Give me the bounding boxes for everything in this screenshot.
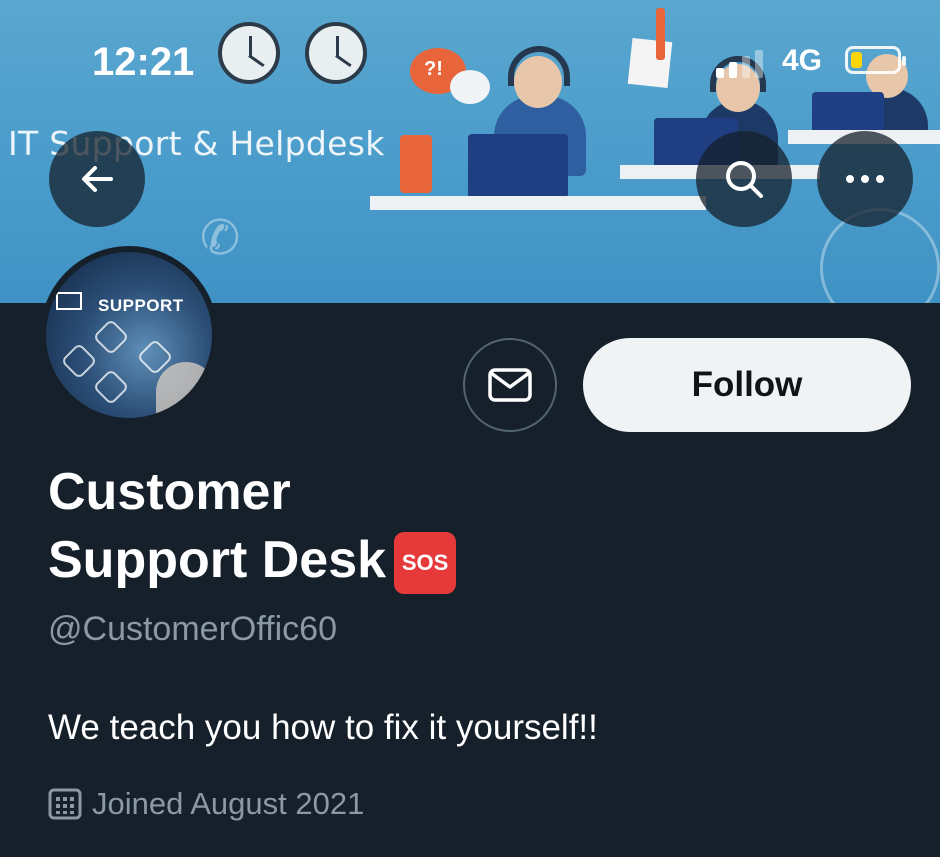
avatar-image: SUPPORT [46, 252, 212, 418]
sos-emoji-icon: SOS [394, 532, 457, 595]
search-button[interactable] [696, 131, 792, 227]
back-arrow-icon [82, 166, 113, 192]
message-button[interactable] [463, 338, 557, 432]
profile-bio: We teach you how to fix it yourself!! [48, 708, 598, 747]
clock-icon [305, 22, 367, 84]
pencil-icon [656, 8, 665, 60]
follow-button[interactable]: Follow [583, 338, 911, 432]
chat-icon [92, 368, 130, 406]
speech-bubble-icon [450, 70, 490, 104]
profile-avatar[interactable]: SUPPORT [40, 246, 218, 424]
calendar-icon [48, 788, 82, 820]
joined-text: Joined August 2021 [92, 786, 365, 821]
search-icon [726, 161, 763, 198]
phone-icon: ✆ [200, 212, 241, 265]
avatar-text: SUPPORT [98, 296, 184, 315]
joined-date: Joined August 2021 [48, 786, 364, 822]
profile-name: Customer Support Desk SOS [48, 458, 457, 595]
hand-figure [156, 362, 212, 418]
clock-icon [218, 22, 280, 84]
mail-icon [56, 292, 82, 310]
notebook-icon [400, 135, 432, 193]
headset-icon [508, 46, 570, 86]
note-icon [627, 38, 673, 88]
laptop-icon [468, 134, 568, 198]
profile-name-line2-wrap: Support Desk SOS [48, 526, 457, 595]
envelope-icon [488, 368, 532, 402]
tools-icon [60, 342, 98, 380]
profile-handle: @CustomerOffic60 [48, 610, 337, 648]
more-button[interactable] [817, 131, 913, 227]
laptop-icon [812, 92, 884, 134]
profile-name-line1: Customer [48, 463, 291, 521]
back-button[interactable] [49, 131, 145, 227]
profile-name-line2: Support Desk [48, 531, 387, 589]
more-icon [846, 175, 884, 183]
headset-icon [710, 56, 766, 92]
desk [370, 196, 706, 210]
headset-icon [92, 318, 130, 356]
